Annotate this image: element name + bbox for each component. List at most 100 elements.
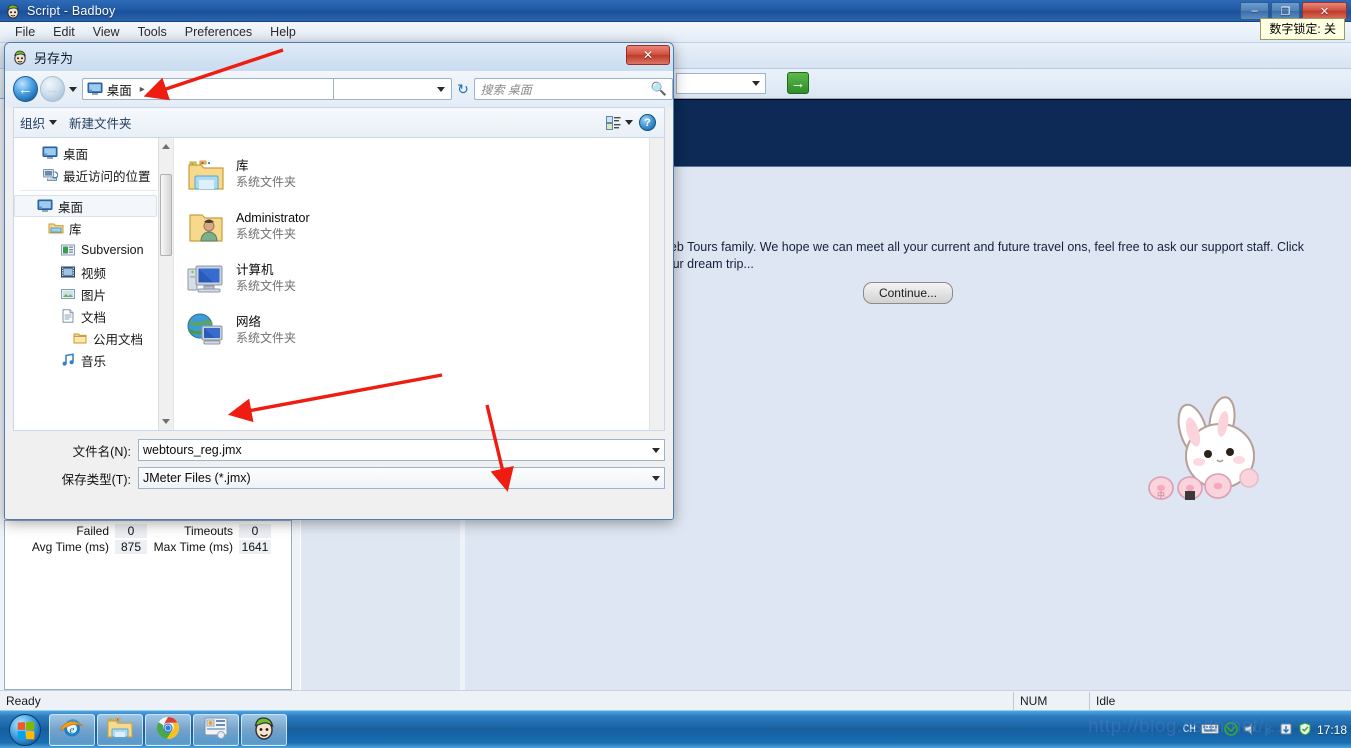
search-input[interactable]: 搜索 桌面 xyxy=(480,81,650,98)
address-bar[interactable]: 桌面 ▸ xyxy=(81,78,335,100)
taskbar-google-chrome[interactable] xyxy=(145,713,191,746)
stat-value-failed: 0 xyxy=(115,524,147,538)
subversion-icon xyxy=(60,242,76,258)
chevron-down-icon[interactable] xyxy=(625,120,633,125)
navigation-scrollbar[interactable] xyxy=(158,138,173,430)
nav-item-desktop-fav[interactable]: 桌面 xyxy=(14,142,173,164)
desktop-icon xyxy=(42,145,58,161)
taskbar-internet-explorer[interactable]: e xyxy=(49,713,95,746)
nav-item-pictures[interactable]: 图片 xyxy=(14,283,173,305)
organize-label: 组织 xyxy=(20,117,46,131)
taskbar-windows-explorer[interactable] xyxy=(97,713,143,746)
back-button[interactable]: ← xyxy=(13,76,38,102)
network-icon xyxy=(186,310,226,350)
dialog-command-bar: 组织 新建文件夹 ? xyxy=(13,107,665,137)
screen: Script - Badboy – ❐ ✕ File Edit View Too… xyxy=(0,0,1351,748)
address-value: 桌面 xyxy=(106,83,132,98)
file-list-item[interactable]: 计算机 系统文件夹 xyxy=(186,252,664,304)
search-box[interactable]: 搜索 桌面 🔍 xyxy=(474,78,673,100)
forward-button[interactable]: → xyxy=(39,76,65,102)
nav-item-library[interactable]: 库 xyxy=(14,217,173,239)
recent-locations-chevron-icon[interactable] xyxy=(68,86,77,92)
statusbar: Ready NUM Idle xyxy=(0,690,1351,710)
menu-file[interactable]: File xyxy=(6,23,44,41)
badboy-face-icon xyxy=(12,49,28,65)
nav-item-documents[interactable]: 文档 xyxy=(14,305,173,327)
dialog-close-button[interactable]: ✕ xyxy=(626,45,670,65)
taskbar-settings-panel[interactable] xyxy=(193,713,239,746)
pictures-icon xyxy=(60,286,76,302)
nav-item-subversion[interactable]: Subversion xyxy=(14,239,173,261)
chevron-down-icon[interactable] xyxy=(436,86,445,92)
url-combo[interactable] xyxy=(676,73,766,94)
address-dropdown[interactable] xyxy=(334,78,452,100)
nav-label: 库 xyxy=(69,222,82,237)
start-button[interactable] xyxy=(3,713,47,747)
continue-button[interactable]: Continue... xyxy=(862,282,954,304)
nav-item-music[interactable]: 音乐 xyxy=(14,349,173,371)
windows-flag xyxy=(17,720,35,740)
chevron-down-icon[interactable] xyxy=(652,475,660,481)
nav-item-public-documents[interactable]: 公用文档 xyxy=(14,327,173,349)
file-list-scrollbar[interactable] xyxy=(649,138,664,430)
save-as-dialog: 另存为 ✕ ← → 桌面 ▸ ↻ 搜索 桌面 🔍 组织 新建文件夹 ? 桌面 最… xyxy=(4,42,674,520)
nav-label: 桌面 xyxy=(58,200,84,215)
organize-menu[interactable]: 组织 xyxy=(14,113,63,132)
menu-tools[interactable]: Tools xyxy=(129,23,176,41)
nav-item-desktop-tree[interactable]: 桌面 xyxy=(14,195,157,217)
go-button[interactable]: → xyxy=(787,72,809,94)
nav-item-videos[interactable]: 视频 xyxy=(14,261,173,283)
new-folder-button[interactable]: 新建文件夹 xyxy=(63,113,138,132)
numlock-tooltip: 数字锁定: 关 xyxy=(1260,18,1345,40)
nav-item-recent-places[interactable]: 最近访问的位置 xyxy=(14,164,173,186)
refresh-button[interactable]: ↻ xyxy=(452,78,475,100)
file-list-item[interactable]: Administrator 系统文件夹 xyxy=(186,200,664,252)
badboy-face-icon xyxy=(5,3,21,19)
arrow-right-icon: → xyxy=(44,80,60,98)
file-name: Administrator xyxy=(236,211,310,225)
desktop-icon xyxy=(37,198,53,214)
menu-edit[interactable]: Edit xyxy=(44,23,84,41)
nav-label: Subversion xyxy=(81,243,144,257)
middle-panel xyxy=(300,520,460,690)
scroll-up-arrow-icon[interactable] xyxy=(162,144,170,149)
taskbar-badboy[interactable] xyxy=(241,713,287,746)
nav-label: 文档 xyxy=(81,310,107,325)
dialog-form: 文件名(N): webtours_reg.jmx 保存类型(T): JMeter… xyxy=(13,439,665,491)
menubar: File Edit View Tools Preferences Help xyxy=(0,22,1351,43)
menu-view[interactable]: View xyxy=(84,23,129,41)
menu-preferences[interactable]: Preferences xyxy=(176,23,261,41)
stats-row: Avg Time (ms) 875 Max Time (ms) 1641 xyxy=(5,539,293,555)
scroll-down-arrow-icon[interactable] xyxy=(162,419,170,424)
dialog-navbar: ← → 桌面 ▸ ↻ 搜索 桌面 🔍 xyxy=(5,71,673,107)
file-list-item[interactable]: 网络 系统文件夹 xyxy=(186,304,664,356)
menu-help[interactable]: Help xyxy=(261,23,305,41)
help-button[interactable]: ? xyxy=(639,114,656,131)
filename-input[interactable]: webtours_reg.jmx xyxy=(138,439,665,461)
arrow-left-icon: ← xyxy=(17,80,33,98)
stats-grid: Failed 0 Timeouts 0 Avg Time (ms) 875 Ma… xyxy=(5,523,293,555)
desktop-icon xyxy=(87,82,103,96)
file-list-item[interactable]: 库 系统文件夹 xyxy=(186,148,664,200)
file-type: 系统文件夹 xyxy=(236,331,297,345)
nav-label: 音乐 xyxy=(81,354,107,369)
library-folder-icon xyxy=(186,154,226,194)
computer-icon xyxy=(186,258,226,298)
breadcrumb-chevron-icon[interactable]: ▸ xyxy=(140,84,145,95)
music-icon xyxy=(60,352,76,368)
chevron-down-icon[interactable] xyxy=(752,81,760,86)
stat-value-maxtime: 1641 xyxy=(239,540,271,554)
scrollbar-thumb[interactable] xyxy=(160,174,172,256)
ie-icon: e xyxy=(59,715,85,744)
chevron-down-icon[interactable] xyxy=(49,120,58,125)
search-icon: 🔍 xyxy=(650,81,667,96)
status-ready: Ready xyxy=(6,693,41,708)
svg-text:中: 中 xyxy=(1157,490,1165,500)
nav-label: 视频 xyxy=(81,266,107,281)
savetype-row: 保存类型(T): JMeter Files (*.jmx) xyxy=(13,467,665,489)
chevron-down-icon[interactable] xyxy=(652,447,660,453)
savetype-select[interactable]: JMeter Files (*.jmx) xyxy=(138,467,665,489)
view-mode-button[interactable] xyxy=(600,115,639,130)
refresh-icon: ↻ xyxy=(457,80,469,97)
file-list-pane[interactable]: 库 系统文件夹 Administrator 系统文件夹 计算机 系统文件夹 网络… xyxy=(174,138,664,430)
